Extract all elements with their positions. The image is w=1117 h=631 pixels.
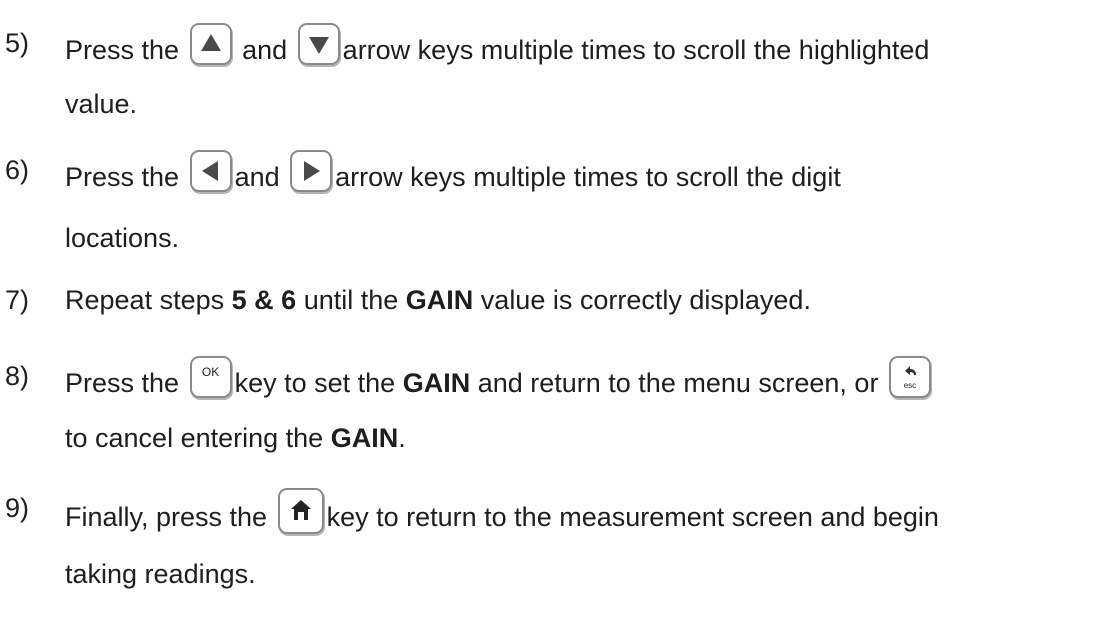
text-segment: and return to the menu screen, or [477, 368, 879, 398]
step-text: Finally, press the key to return to the … [65, 488, 939, 537]
text-segment: until the [303, 285, 399, 315]
text-segment: Repeat steps [65, 285, 225, 315]
up-arrow-key [189, 23, 232, 65]
down-arrow-key [297, 23, 340, 65]
esc-key-label: esc [903, 381, 917, 390]
bold-segment: GAIN [330, 423, 399, 453]
text-segment: Press the [65, 162, 180, 192]
step-text: Press the and arrow keys multiple times … [65, 150, 841, 197]
step-number: 9) [5, 493, 30, 523]
text-segment: key to set the [234, 368, 396, 398]
ok-key-icon: OK [201, 365, 220, 379]
text-segment: arrow keys multiple times to scroll the … [335, 162, 841, 192]
down-arrow-icon [308, 37, 329, 54]
step-number: 5) [5, 28, 30, 58]
text-segment: arrow keys multiple times to scroll the … [342, 35, 930, 65]
text-segment: . [398, 423, 406, 453]
bold-segment: GAIN [405, 285, 474, 315]
text-segment: Finally, press the [65, 502, 268, 532]
home-key-icon [290, 500, 311, 520]
step-5-continuation: value. [65, 89, 138, 119]
left-arrow-icon [201, 161, 218, 181]
bold-segment: GAIN [402, 368, 471, 398]
esc-key-icon [904, 366, 916, 375]
up-arrow-icon [200, 34, 221, 51]
step-6-continuation: locations. [65, 223, 180, 253]
text-segment: and [234, 162, 280, 192]
bold-segment: 5 & 6 [231, 285, 297, 315]
ok-key: OK [189, 356, 232, 398]
home-key [277, 488, 324, 534]
step-number: 6) [5, 155, 30, 185]
step-9-continuation: taking readings. [65, 559, 256, 589]
left-arrow-key [189, 150, 232, 192]
text-segment: and [242, 35, 288, 65]
text-segment: Press the [65, 368, 180, 398]
step-text: Press the and arrow keys multiple times … [65, 23, 929, 70]
step-number: 7) [5, 285, 30, 315]
step-text: Repeat steps 5 & 6 until the GAIN value … [65, 280, 811, 320]
right-arrow-icon [304, 161, 321, 181]
text-segment: to cancel entering the [65, 423, 324, 453]
esc-key: esc [888, 356, 931, 398]
right-arrow-key [290, 150, 333, 192]
step-text: Press the OK key to set the GAIN and retu… [65, 356, 934, 403]
step-8-continuation: to cancel entering the GAIN. [65, 418, 406, 458]
text-segment: Press the [65, 35, 180, 65]
text-segment: key to return to the measurement screen … [326, 502, 939, 532]
step-number: 8) [5, 361, 30, 391]
text-segment: value is correctly displayed. [480, 285, 811, 315]
